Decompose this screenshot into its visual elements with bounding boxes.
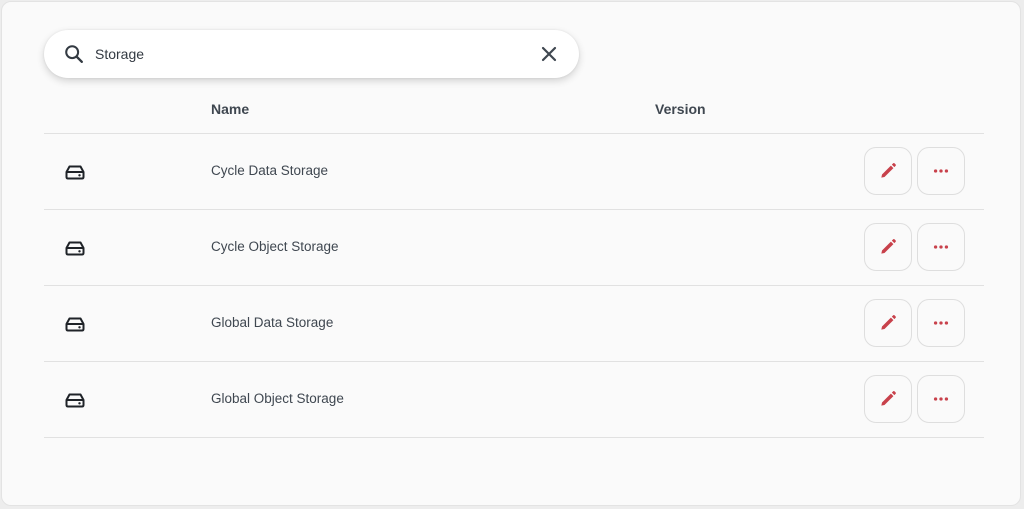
clear-search-button[interactable] <box>537 42 561 66</box>
more-options-button[interactable] <box>917 147 965 195</box>
edit-button[interactable] <box>864 299 912 347</box>
row-name: Global Object Storage <box>211 391 344 406</box>
storage-drive-icon <box>65 393 85 408</box>
storage-list-panel: Name Version Cycle Data Storage Cycle Obj… <box>1 1 1021 506</box>
more-options-button[interactable] <box>917 223 965 271</box>
pencil-icon <box>881 163 896 178</box>
search-icon <box>65 45 83 63</box>
table-row[interactable]: Global Data Storage <box>44 286 984 362</box>
row-name: Cycle Object Storage <box>211 239 339 254</box>
storage-drive-icon <box>65 317 85 332</box>
edit-button[interactable] <box>864 375 912 423</box>
column-header-name[interactable]: Name <box>211 101 249 117</box>
search-input[interactable] <box>95 43 515 65</box>
close-icon <box>541 46 557 62</box>
edit-button[interactable] <box>864 223 912 271</box>
storage-drive-icon <box>65 241 85 256</box>
more-options-button[interactable] <box>917 299 965 347</box>
table-row[interactable]: Global Object Storage <box>44 362 984 438</box>
more-horizontal-icon <box>933 169 949 173</box>
pencil-icon <box>881 239 896 254</box>
more-horizontal-icon <box>933 321 949 325</box>
storage-drive-icon <box>65 165 85 180</box>
column-header-version[interactable]: Version <box>655 101 706 117</box>
search-bar <box>44 30 579 78</box>
more-horizontal-icon <box>933 245 949 249</box>
table-row[interactable]: Cycle Object Storage <box>44 210 984 286</box>
table-row[interactable]: Cycle Data Storage <box>44 134 984 210</box>
more-horizontal-icon <box>933 397 949 401</box>
row-name: Cycle Data Storage <box>211 163 329 178</box>
row-name: Global Data Storage <box>211 315 334 330</box>
pencil-icon <box>881 391 896 406</box>
pencil-icon <box>881 315 896 330</box>
edit-button[interactable] <box>864 147 912 195</box>
table-header: Name Version <box>44 92 984 134</box>
more-options-button[interactable] <box>917 375 965 423</box>
